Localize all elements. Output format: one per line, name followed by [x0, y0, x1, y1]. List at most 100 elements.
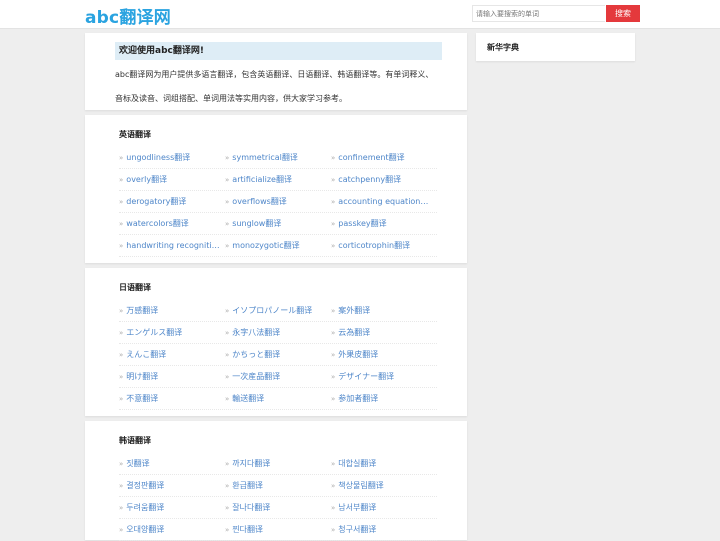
bullet-icon: »: [119, 176, 124, 184]
translation-link[interactable]: » えんこ翻译: [119, 344, 223, 366]
link-row: » 万感翻译 » イソプロパノール翻译 » 案外翻译: [119, 300, 437, 322]
link-row: » 不意翻译 » 輸送翻译 » 参加者翻译: [119, 388, 437, 410]
bullet-icon: »: [225, 154, 230, 162]
translation-link[interactable]: » 결정판翻译: [119, 475, 223, 497]
link-row: » 두려움翻译 » 잘나다翻译 » 남서부翻译: [119, 497, 437, 519]
sidebar-title[interactable]: 新华字典: [487, 42, 519, 53]
bullet-icon: »: [331, 526, 336, 534]
translation-link[interactable]: » 청구서翻译: [331, 519, 435, 541]
korean-link-grid: » 짓翻译 » 까지다翻译 » 대합실翻译 » 결정판翻译 » 환급翻译 » 책상물림翻译 …: [119, 453, 437, 541]
translation-link[interactable]: » 案外翻译: [331, 300, 435, 322]
korean-section: 韩语翻译 » 짓翻译 » 까지다翻译 » 대합실翻译 » 결정판翻译 » 환급翻译 » 책상…: [85, 421, 467, 541]
bullet-icon: »: [331, 395, 336, 403]
translation-link[interactable]: » passkey翻译: [331, 213, 435, 235]
welcome-text: abc翻译网为用户提供多语言翻译，包含英语翻译、日语翻译、韩语翻译等。有单词释义…: [115, 63, 445, 111]
section-title-japanese: 日语翻译: [119, 283, 151, 292]
translation-link[interactable]: » デザイナー翻译: [331, 366, 435, 388]
link-row: » ungodliness翻译 » symmetrical翻译 » confineme…: [119, 147, 437, 169]
translation-link[interactable]: » artificialize翻译: [225, 169, 329, 191]
translation-link[interactable]: » 잘나다翻译: [225, 497, 329, 519]
translation-link[interactable]: » 찐다翻译: [225, 519, 329, 541]
translation-link[interactable]: » symmetrical翻译: [225, 147, 329, 169]
bullet-icon: »: [225, 329, 230, 337]
bullet-icon: »: [331, 373, 336, 381]
bullet-icon: »: [119, 242, 124, 250]
bullet-icon: »: [225, 482, 230, 490]
translation-link[interactable]: » monozygotic翻译: [225, 235, 329, 257]
translation-link[interactable]: » 云為翻译: [331, 322, 435, 344]
link-row: » 明け翻译 » 一次産品翻译 » デザイナー翻译: [119, 366, 437, 388]
translation-link[interactable]: » ungodliness翻译: [119, 147, 223, 169]
translation-link[interactable]: » 남서부翻译: [331, 497, 435, 519]
welcome-line-1: abc翻译网为用户提供多语言翻译，包含英语翻译、日语翻译、韩语翻译等。有单词释义…: [115, 70, 434, 79]
bullet-icon: »: [225, 220, 230, 228]
translation-link[interactable]: » 짓翻译: [119, 453, 223, 475]
translation-link[interactable]: » 輸送翻译: [225, 388, 329, 410]
link-row: » エンゲルス翻译 » 永字八法翻译 » 云為翻译: [119, 322, 437, 344]
translation-link[interactable]: » handwriting recognition...: [119, 235, 223, 257]
translation-link[interactable]: » corticotrophin翻译: [331, 235, 435, 257]
search-button[interactable]: 搜索: [606, 5, 640, 22]
search-form: 搜索: [472, 5, 640, 22]
translation-link[interactable]: » 까지다翻译: [225, 453, 329, 475]
bullet-icon: »: [225, 526, 230, 534]
link-row: » overly翻译 » artificialize翻译 » catchpenny翻译: [119, 169, 437, 191]
translation-link[interactable]: » 대합실翻译: [331, 453, 435, 475]
bullet-icon: »: [331, 154, 336, 162]
search-input[interactable]: [472, 5, 605, 22]
bullet-icon: »: [119, 220, 124, 228]
english-link-grid: » ungodliness翻译 » symmetrical翻译 » confineme…: [119, 147, 437, 257]
translation-link[interactable]: » 환급翻译: [225, 475, 329, 497]
bullet-icon: »: [119, 154, 124, 162]
welcome-panel: 欢迎使用abc翻译网! abc翻译网为用户提供多语言翻译，包含英语翻译、日语翻译…: [85, 33, 467, 110]
translation-link[interactable]: » overly翻译: [119, 169, 223, 191]
link-row: » 오대양翻译 » 찐다翻译 » 청구서翻译: [119, 519, 437, 541]
translation-link[interactable]: » 不意翻译: [119, 388, 223, 410]
bullet-icon: »: [331, 198, 336, 206]
link-row: » 결정판翻译 » 환급翻译 » 책상물림翻译: [119, 475, 437, 497]
bullet-icon: »: [331, 307, 336, 315]
translation-link[interactable]: » 明け翻译: [119, 366, 223, 388]
bullet-icon: »: [331, 460, 336, 468]
translation-link[interactable]: » 책상물림翻译: [331, 475, 435, 497]
site-logo[interactable]: abc翻译网: [85, 3, 171, 28]
bullet-icon: »: [225, 176, 230, 184]
bullet-icon: »: [331, 329, 336, 337]
translation-link[interactable]: » 万感翻译: [119, 300, 223, 322]
sidebar-panel: 新华字典: [476, 33, 635, 61]
bullet-icon: »: [119, 351, 124, 359]
translation-link[interactable]: » 一次産品翻译: [225, 366, 329, 388]
translation-link[interactable]: » 두려움翻译: [119, 497, 223, 519]
translation-link[interactable]: » エンゲルス翻译: [119, 322, 223, 344]
translation-link[interactable]: » confinement翻译: [331, 147, 435, 169]
translation-link[interactable]: » イソプロパノール翻译: [225, 300, 329, 322]
bullet-icon: »: [331, 351, 336, 359]
translation-link[interactable]: » 오대양翻译: [119, 519, 223, 541]
translation-link[interactable]: » catchpenny翻译: [331, 169, 435, 191]
bullet-icon: »: [225, 198, 230, 206]
bullet-icon: »: [225, 307, 230, 315]
translation-link[interactable]: » derogatory翻译: [119, 191, 223, 213]
bullet-icon: »: [225, 373, 230, 381]
translation-link[interactable]: » かちっと翻译: [225, 344, 329, 366]
bullet-icon: »: [119, 482, 124, 490]
link-row: » watercolors翻译 » sunglow翻译 » passkey翻译: [119, 213, 437, 235]
bullet-icon: »: [331, 176, 336, 184]
japanese-section: 日语翻译 » 万感翻译 » イソプロパノール翻译 » 案外翻译 » エンゲルス翻译 » 永…: [85, 268, 467, 416]
translation-link[interactable]: » watercolors翻译: [119, 213, 223, 235]
english-section: 英语翻译 » ungodliness翻译 » symmetrical翻译 » conf…: [85, 115, 467, 263]
link-row: » handwriting recognition... » monozygotic…: [119, 235, 437, 257]
translation-link[interactable]: » accounting equation翻译: [331, 191, 435, 213]
translation-link[interactable]: » sunglow翻译: [225, 213, 329, 235]
bullet-icon: »: [225, 242, 230, 250]
translation-link[interactable]: » overflows翻译: [225, 191, 329, 213]
bullet-icon: »: [119, 395, 124, 403]
section-title-english: 英语翻译: [119, 130, 151, 139]
translation-link[interactable]: » 参加者翻译: [331, 388, 435, 410]
translation-link[interactable]: » 永字八法翻译: [225, 322, 329, 344]
welcome-title: 欢迎使用abc翻译网!: [115, 42, 442, 60]
bullet-icon: »: [331, 220, 336, 228]
bullet-icon: »: [331, 242, 336, 250]
bullet-icon: »: [225, 395, 230, 403]
translation-link[interactable]: » 外果皮翻译: [331, 344, 435, 366]
